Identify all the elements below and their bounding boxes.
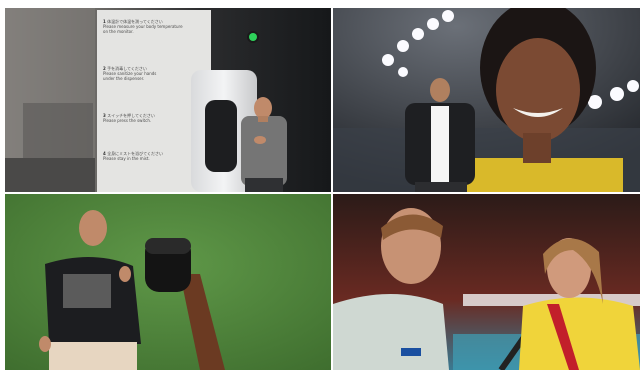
sign-step-1: 1 体温計で体温を測ってください Please measure your bod… (103, 19, 183, 34)
indicator-light (249, 33, 257, 41)
scene-green-screen (5, 194, 331, 370)
sign-step-4: 4 全身にミストを浴びてください Please stay in the mist… (103, 151, 163, 161)
sanitizer-instruction-sign: 1 体温計で体温を測ってください Please measure your bod… (103, 14, 209, 188)
panel-bottom-left (5, 194, 331, 370)
sign-step-2: 2 手を消毒してください Please sanitize your hands … (103, 66, 157, 81)
panel-top-right (333, 8, 640, 192)
panel-bottom-right (333, 194, 640, 370)
scene-volleyball-interview (333, 194, 640, 370)
sign-step-3: 3 スイッチを押してください Please press the switch. (103, 113, 155, 123)
scene-arena-screen (333, 8, 640, 192)
video-collage: 1 体温計で体温を測ってください Please measure your bod… (0, 0, 641, 375)
panel-top-left: 1 体温計で体温を測ってください Please measure your bod… (5, 8, 331, 192)
